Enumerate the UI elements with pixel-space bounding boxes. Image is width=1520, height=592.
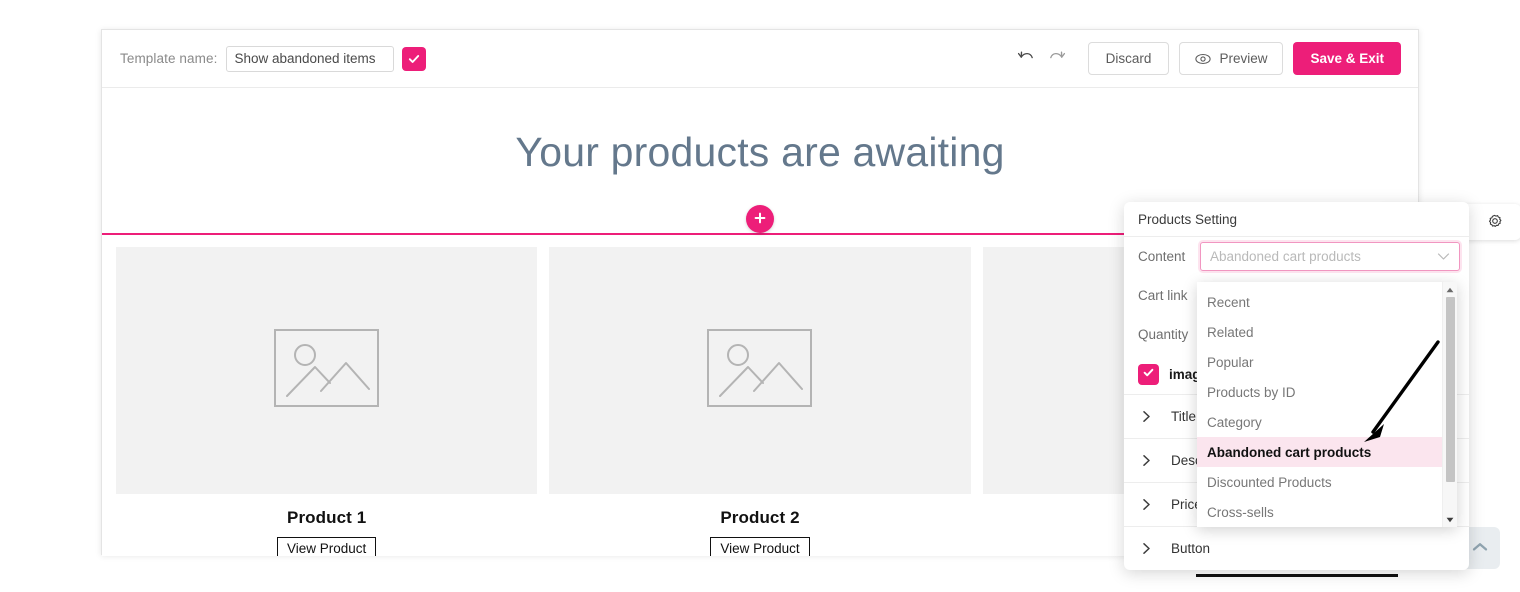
- product-title: Product 2: [720, 508, 800, 527]
- content-dropdown-list: Recent Related Popular Products by ID Ca…: [1197, 282, 1457, 527]
- chevron-up-icon: [1471, 541, 1489, 556]
- editor-toolbar: Template name: Show abandoned items Disc…: [102, 30, 1418, 88]
- chevron-right-icon: [1142, 454, 1155, 467]
- plus-icon: [753, 211, 767, 228]
- accordion-title-label: Title: [1171, 409, 1197, 424]
- accordion-button-label: Button: [1171, 541, 1211, 556]
- dropdown-option-cross-sells[interactable]: Cross-sells: [1197, 497, 1442, 527]
- preview-button-label: Preview: [1219, 51, 1268, 66]
- dropdown-option-discounted-products[interactable]: Discounted Products: [1197, 467, 1442, 497]
- confirm-template-name-button[interactable]: [402, 46, 427, 71]
- template-name-label: Template name:: [120, 51, 218, 66]
- check-icon: [1142, 366, 1155, 382]
- content-label: Content: [1138, 249, 1186, 264]
- image-checkbox[interactable]: [1138, 363, 1159, 385]
- undo-arrow-icon: [1017, 48, 1036, 70]
- check-icon: [407, 52, 421, 66]
- save-and-exit-button[interactable]: Save & Exit: [1293, 42, 1401, 75]
- dropdown-option-products-by-id[interactable]: Products by ID: [1197, 377, 1442, 407]
- redo-button[interactable]: [1042, 44, 1072, 74]
- accordion-button[interactable]: Button: [1124, 526, 1469, 570]
- preview-button[interactable]: Preview: [1179, 42, 1284, 75]
- dropdown-scrollbar[interactable]: [1442, 282, 1457, 527]
- chevron-right-icon: [1142, 542, 1155, 555]
- gear-icon[interactable]: [1486, 214, 1503, 231]
- quantity-label: Quantity: [1138, 327, 1189, 342]
- add-block-button[interactable]: [746, 205, 774, 233]
- panel-title: Products Setting: [1138, 211, 1238, 227]
- product-image-placeholder: [116, 247, 538, 494]
- dropdown-option-recent[interactable]: Recent: [1197, 287, 1442, 317]
- chevron-right-icon: [1142, 410, 1155, 423]
- discard-button[interactable]: Discard: [1087, 42, 1170, 75]
- save-and-exit-label: Save & Exit: [1310, 51, 1384, 66]
- dropdown-option-category[interactable]: Category: [1197, 407, 1442, 437]
- dropdown-option-popular[interactable]: Popular: [1197, 347, 1442, 377]
- undo-button[interactable]: [1012, 44, 1042, 74]
- eye-icon: [1195, 53, 1212, 65]
- cart-link-label: Cart link: [1138, 288, 1188, 303]
- panel-header: Products Setting: [1124, 202, 1469, 237]
- toolbar-actions: Discard Preview Save & Exit: [1012, 42, 1401, 75]
- product-card[interactable]: Product 2 View Product: [549, 247, 971, 556]
- dropdown-option-related[interactable]: Related: [1197, 317, 1442, 347]
- image-placeholder-icon: [274, 329, 380, 412]
- dropdown-options: Recent Related Popular Products by ID Ca…: [1197, 282, 1442, 527]
- view-product-button[interactable]: View Product: [277, 537, 377, 556]
- view-product-button[interactable]: View Product: [710, 537, 810, 556]
- triangle-up-icon[interactable]: [1443, 283, 1457, 296]
- content-setting-row: Content Abandoned cart products: [1124, 237, 1469, 276]
- hero-heading: Your products are awaiting: [515, 129, 1005, 175]
- product-card[interactable]: Product 1 View Product: [116, 247, 538, 556]
- product-title: Product 1: [287, 508, 367, 527]
- chevron-down-icon: [1437, 248, 1450, 266]
- content-select[interactable]: Abandoned cart products: [1200, 242, 1460, 271]
- chevron-right-icon: [1142, 498, 1155, 511]
- image-placeholder-icon: [707, 329, 813, 412]
- template-editor-window: Template name: Show abandoned items Disc…: [101, 29, 1520, 577]
- canvas-bottom-rule: [1196, 574, 1398, 577]
- redo-arrow-icon: [1047, 48, 1066, 70]
- triangle-down-icon[interactable]: [1443, 513, 1457, 526]
- discard-button-label: Discard: [1105, 51, 1152, 66]
- template-name-input[interactable]: [226, 45, 395, 72]
- product-image-placeholder: [549, 247, 971, 494]
- scrollbar-thumb[interactable]: [1446, 297, 1455, 482]
- content-select-value: Abandoned cart products: [1210, 249, 1361, 264]
- dropdown-option-abandoned-cart-products[interactable]: Abandoned cart products: [1197, 437, 1442, 467]
